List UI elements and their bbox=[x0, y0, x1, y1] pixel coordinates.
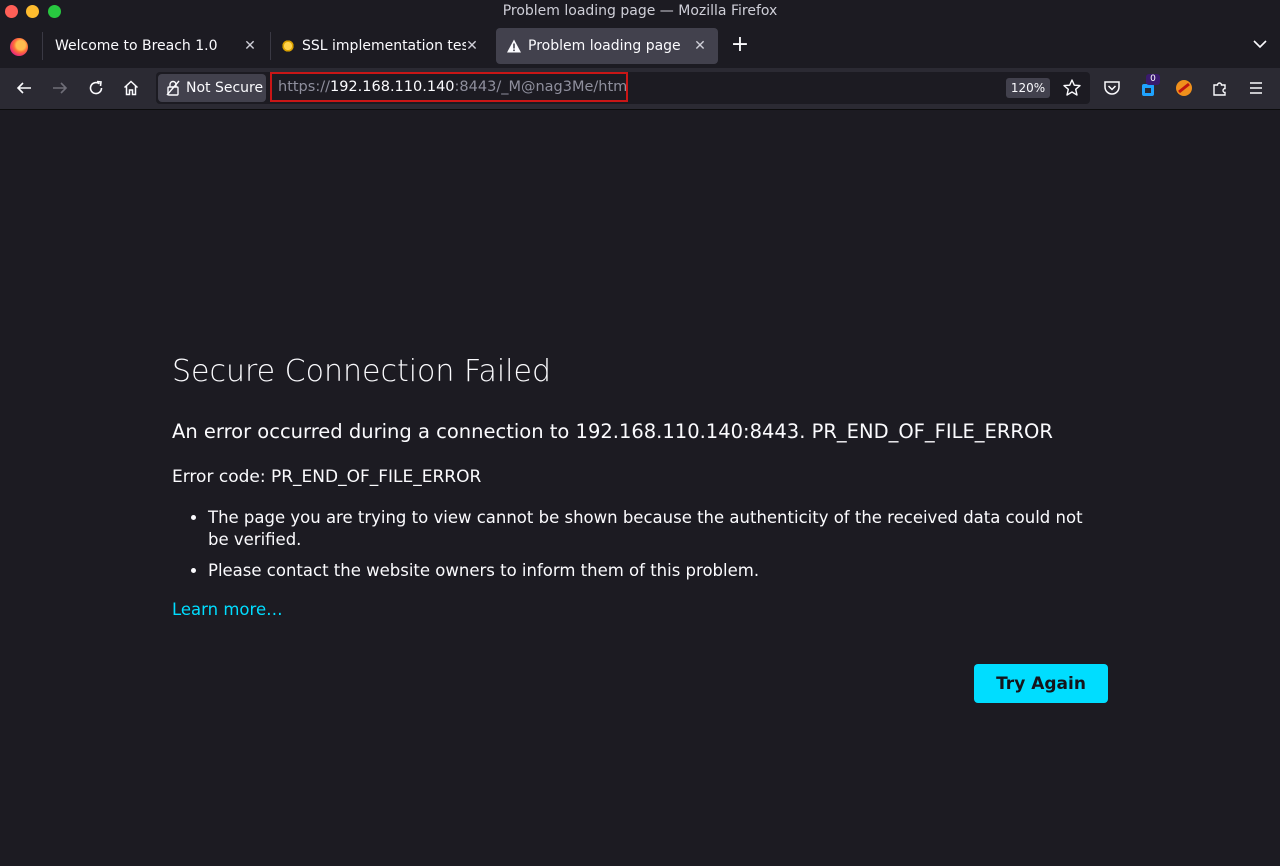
reload-icon bbox=[89, 80, 103, 95]
tab-close-icon[interactable]: ✕ bbox=[462, 36, 482, 56]
extension-icon-orange[interactable] bbox=[1174, 78, 1194, 98]
home-icon bbox=[123, 80, 139, 96]
tab-problem-loading[interactable]: Problem loading page ✕ bbox=[496, 28, 718, 64]
tab-close-icon[interactable]: ✕ bbox=[690, 36, 710, 56]
list-all-tabs-button[interactable] bbox=[1250, 34, 1270, 58]
tab-separator bbox=[270, 32, 271, 60]
tab-label: Problem loading page bbox=[528, 38, 681, 54]
back-button[interactable] bbox=[12, 76, 36, 100]
bookmark-star-icon[interactable] bbox=[1062, 78, 1082, 98]
navigation-toolbar: Not Secure https://192.168.110.140:8443/… bbox=[0, 68, 1280, 110]
not-secure-label: Not Secure bbox=[186, 80, 264, 96]
zoom-level-button[interactable]: 120% bbox=[1006, 78, 1050, 98]
try-again-button[interactable]: Try Again bbox=[974, 664, 1108, 703]
tab-close-icon[interactable]: ✕ bbox=[240, 36, 260, 56]
home-button[interactable] bbox=[119, 76, 143, 100]
lock-insecure-icon bbox=[166, 80, 180, 96]
learn-more-link[interactable]: Learn more… bbox=[172, 600, 283, 619]
extension-badge: 0 bbox=[1146, 74, 1160, 85]
pocket-icon[interactable] bbox=[1102, 78, 1122, 98]
url-scheme: https:// bbox=[278, 79, 330, 95]
tab-separator bbox=[42, 32, 43, 60]
extensions-puzzle-icon[interactable] bbox=[1210, 78, 1230, 98]
new-tab-button[interactable]: + bbox=[729, 32, 751, 60]
tab-label: Welcome to Breach 1.0 bbox=[55, 38, 218, 54]
error-code: Error code: PR_END_OF_FILE_ERROR bbox=[172, 467, 482, 487]
warning-icon bbox=[506, 38, 522, 54]
ssl-test-icon bbox=[280, 38, 296, 54]
error-description: An error occurred during a connection to… bbox=[172, 420, 1053, 443]
url-bar[interactable]: Not Secure https://192.168.110.140:8443/… bbox=[156, 72, 1090, 104]
tab-strip: Welcome to Breach 1.0 ✕ SSL implementati… bbox=[0, 24, 1280, 68]
tab-welcome-breach[interactable]: Welcome to Breach 1.0 ✕ bbox=[44, 28, 268, 64]
reload-button[interactable] bbox=[84, 76, 108, 100]
chevron-down-icon bbox=[1253, 40, 1267, 49]
firefox-view-icon[interactable] bbox=[10, 38, 28, 56]
error-title: Secure Connection Failed bbox=[172, 354, 552, 389]
forward-button[interactable] bbox=[48, 76, 72, 100]
forward-arrow-icon bbox=[53, 82, 68, 94]
tab-ssl-test[interactable]: SSL implementation test c ✕ bbox=[272, 28, 490, 64]
error-detail-item: The page you are trying to view cannot b… bbox=[208, 507, 1088, 551]
error-detail-item: Please contact the website owners to inf… bbox=[208, 560, 1088, 582]
back-arrow-icon bbox=[16, 82, 31, 94]
url-input[interactable]: https://192.168.110.140:8443/_M@nag3Me/h… bbox=[270, 72, 628, 102]
window-titlebar: Problem loading page — Mozilla Firefox bbox=[0, 0, 1280, 24]
url-path: :8443/_M@nag3Me/html bbox=[454, 79, 628, 95]
url-host: 192.168.110.140 bbox=[329, 79, 455, 95]
error-page: Secure Connection Failed An error occurr… bbox=[0, 110, 1280, 866]
window-title: Problem loading page — Mozilla Firefox bbox=[502, 3, 778, 19]
hamburger-menu-icon[interactable] bbox=[1246, 78, 1266, 98]
not-secure-indicator[interactable]: Not Secure bbox=[158, 74, 266, 102]
tab-label: SSL implementation test c bbox=[302, 38, 466, 54]
error-details-list: The page you are trying to view cannot b… bbox=[190, 507, 1088, 591]
